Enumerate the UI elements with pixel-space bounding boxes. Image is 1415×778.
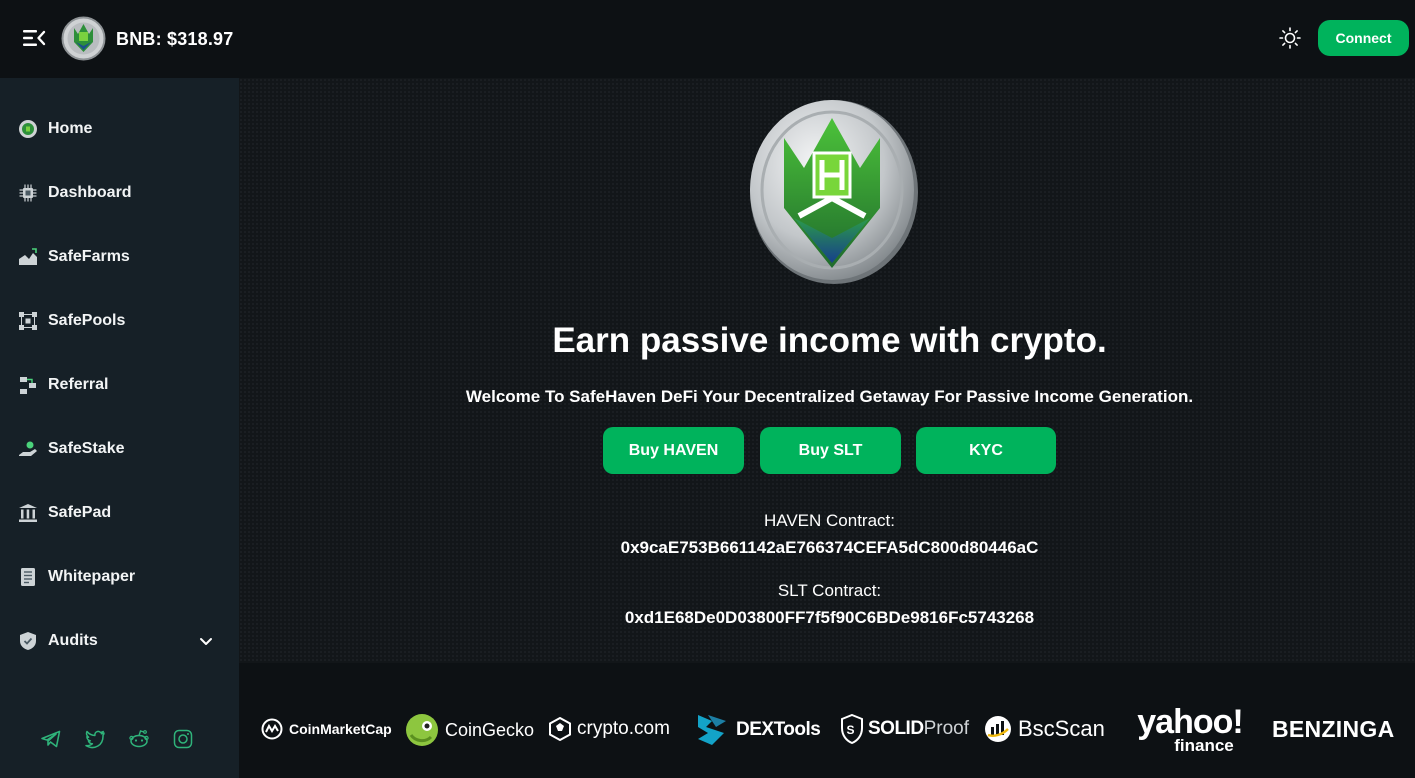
haven-coin-icon: [19, 120, 37, 138]
sidebar-item-home[interactable]: Home: [0, 109, 239, 149]
buy-haven-button[interactable]: Buy HAVEN: [603, 427, 744, 474]
sidebar-item-safefarms[interactable]: SafeFarms: [0, 237, 239, 277]
sidebar-item-label: Audits: [48, 632, 98, 649]
dextools-text: DEXTools: [736, 719, 821, 740]
solidproof-text-a: SOLID: [868, 718, 924, 739]
chevron-down-icon[interactable]: [198, 633, 214, 649]
farm-icon: [19, 248, 37, 265]
chip-icon: [19, 184, 37, 202]
sun-icon[interactable]: [1278, 26, 1302, 50]
coinmarketcap-logo[interactable]: CoinMarketCap: [261, 718, 392, 740]
connect-button[interactable]: Connect: [1318, 20, 1409, 56]
shield-icon: [20, 632, 36, 650]
slt-contract-label: SLT Contract:: [777, 581, 882, 600]
solidproof-logo[interactable]: S SOLID Proof: [840, 714, 969, 744]
stake-icon: [19, 441, 37, 456]
sidebar-item-audits[interactable]: Audits: [0, 621, 239, 661]
partner-logos: CoinMarketCap CoinGecko crypto.com DEXTo…: [239, 663, 1415, 778]
hero-section: Earn passive income with crypto. Welcome…: [239, 78, 1415, 663]
solidproof-shield-icon: S: [841, 714, 863, 744]
sidebar: Home Dashboard SafeFarms SafePools Refer…: [0, 78, 239, 778]
twitter-icon[interactable]: [84, 728, 106, 750]
referral-icon: [20, 377, 36, 394]
coingecko-icon: [406, 714, 438, 746]
yahoo-finance-logo[interactable]: yahoo! finance: [1129, 703, 1251, 755]
sidebar-item-label: SafePools: [48, 312, 126, 329]
finance-text: finance: [1174, 736, 1234, 755]
social-links: [40, 728, 194, 750]
kyc-button[interactable]: KYC: [916, 427, 1056, 474]
sidebar-item-safestake[interactable]: SafeStake: [0, 429, 239, 469]
document-icon: [21, 568, 35, 586]
cryptocom-icon: [549, 717, 571, 741]
cryptocom-text: crypto.com: [577, 718, 670, 739]
haven-contract-address[interactable]: 0x9caE753B661142aE766374CEFA5dC800d80446…: [239, 538, 1415, 558]
dextools-icon: [698, 715, 726, 745]
benzinga-text: BENZINGA: [1272, 716, 1395, 742]
coingecko-logo[interactable]: CoinGecko: [405, 713, 534, 747]
reddit-icon[interactable]: [128, 728, 150, 750]
sidebar-item-label: Whitepaper: [48, 568, 136, 585]
bscscan-logo[interactable]: BscScan: [984, 715, 1105, 743]
sidebar-item-label: Dashboard: [48, 184, 132, 201]
hero-title: Earn passive income with crypto.: [552, 321, 1107, 360]
benzinga-logo[interactable]: BENZINGA: [1272, 716, 1395, 743]
sidebar-item-label: Referral: [48, 376, 109, 393]
sidebar-item-referral[interactable]: Referral: [0, 365, 239, 405]
coinmarketcap-text: CoinMarketCap: [289, 721, 392, 737]
cryptocom-logo[interactable]: crypto.com: [549, 717, 670, 741]
bscscan-icon: [985, 716, 1011, 742]
instagram-icon[interactable]: [172, 728, 194, 750]
svg-text:S: S: [847, 723, 855, 737]
sidebar-item-dashboard[interactable]: Dashboard: [0, 173, 239, 213]
sidebar-item-safepools[interactable]: SafePools: [0, 301, 239, 341]
menu-collapse-icon[interactable]: [22, 28, 46, 48]
telegram-icon[interactable]: [40, 728, 62, 750]
buy-slt-button[interactable]: Buy SLT: [760, 427, 901, 474]
haven-logo-icon[interactable]: [61, 16, 106, 61]
sidebar-item-label: SafePad: [48, 504, 112, 521]
yahoo-text: yahoo!: [1137, 703, 1243, 741]
top-bar: BNB: $318.97 Connect: [0, 0, 1415, 78]
haven-coin-logo-icon: [750, 100, 918, 284]
dextools-logo[interactable]: DEXTools: [694, 711, 821, 749]
solidproof-text-b: Proof: [923, 718, 969, 739]
bscscan-text: BscScan: [1018, 716, 1105, 741]
sidebar-item-label: Home: [48, 120, 93, 137]
bnb-price: BNB: $318.97: [116, 29, 234, 49]
coinmarketcap-icon: [261, 718, 283, 740]
slt-contract-address[interactable]: 0xd1E68De0D03800FF7f5f90C6BDe9816Fc57432…: [239, 608, 1415, 628]
haven-contract-label: HAVEN Contract:: [763, 511, 895, 530]
sidebar-item-label: SafeFarms: [48, 248, 130, 265]
sidebar-item-label: SafeStake: [48, 440, 125, 457]
hero-subtitle: Welcome To SafeHaven DeFi Your Decentral…: [465, 387, 1194, 406]
pool-icon: [19, 312, 37, 330]
coingecko-text: CoinGecko: [445, 719, 535, 740]
sidebar-item-safepad[interactable]: SafePad: [0, 493, 239, 533]
sidebar-item-whitepaper[interactable]: Whitepaper: [0, 557, 239, 597]
bank-icon: [19, 504, 37, 522]
